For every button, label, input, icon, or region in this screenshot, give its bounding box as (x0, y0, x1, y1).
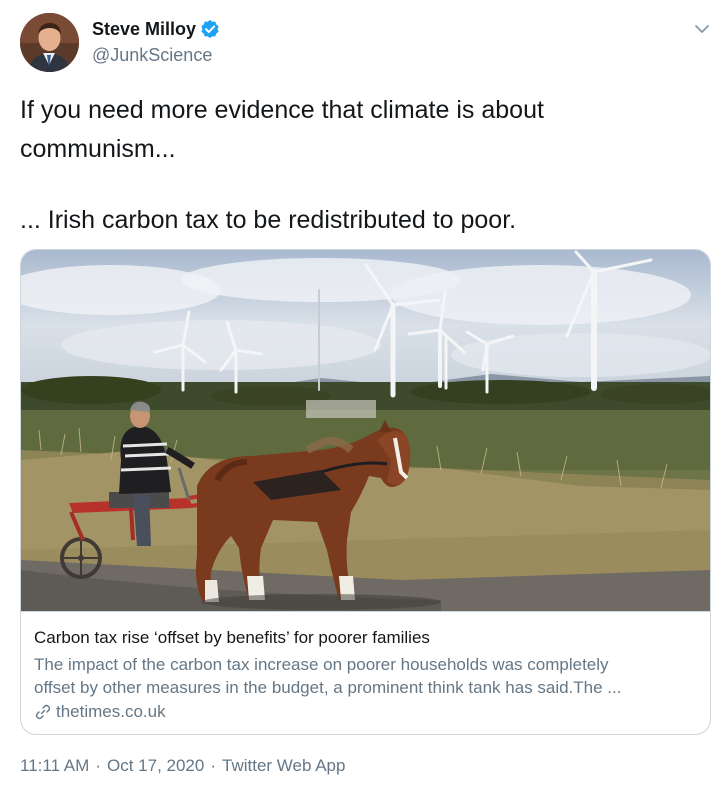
separator-dot: · (210, 756, 216, 775)
card-domain[interactable]: thetimes.co.uk (56, 701, 166, 722)
tweet-text-line: ... Irish carbon tax to be redistributed… (20, 206, 517, 234)
card-description-line: offset by other measures in the budget, … (34, 678, 622, 697)
tweet-metadata: 11:11 AM · Oct 17, 2020 · Twitter Web Ap… (20, 755, 345, 777)
author-name-row[interactable]: Steve Milloy (92, 18, 220, 40)
link-preview-card[interactable]: Carbon tax rise ‘offset by benefits’ for… (20, 249, 711, 735)
tweet-date[interactable]: Oct 17, 2020 (107, 755, 204, 777)
avatar[interactable] (20, 13, 79, 72)
card-description[interactable]: The impact of the carbon tax increase on… (34, 653, 699, 699)
card-image[interactable] (21, 250, 710, 611)
tweet-text-line: communism... (20, 135, 176, 163)
tweet-source[interactable]: Twitter Web App (222, 755, 345, 777)
tweet-time[interactable]: 11:11 AM (20, 755, 89, 777)
separator-dot: · (95, 756, 101, 775)
chevron-down-icon[interactable] (694, 22, 710, 34)
card-description-line: The impact of the carbon tax increase on… (34, 655, 609, 674)
link-icon (34, 703, 52, 721)
card-divider (21, 611, 710, 612)
verified-badge-icon (200, 19, 220, 39)
card-domain-row[interactable]: thetimes.co.uk (34, 701, 166, 722)
tweet-text-line: If you need more evidence that climate i… (20, 96, 544, 124)
author-display-name[interactable]: Steve Milloy (92, 18, 196, 40)
author-handle[interactable]: @JunkScience (92, 44, 212, 66)
card-title[interactable]: Carbon tax rise ‘offset by benefits’ for… (34, 627, 430, 648)
tweet: Steve Milloy @JunkScience If you need mo… (0, 0, 728, 794)
